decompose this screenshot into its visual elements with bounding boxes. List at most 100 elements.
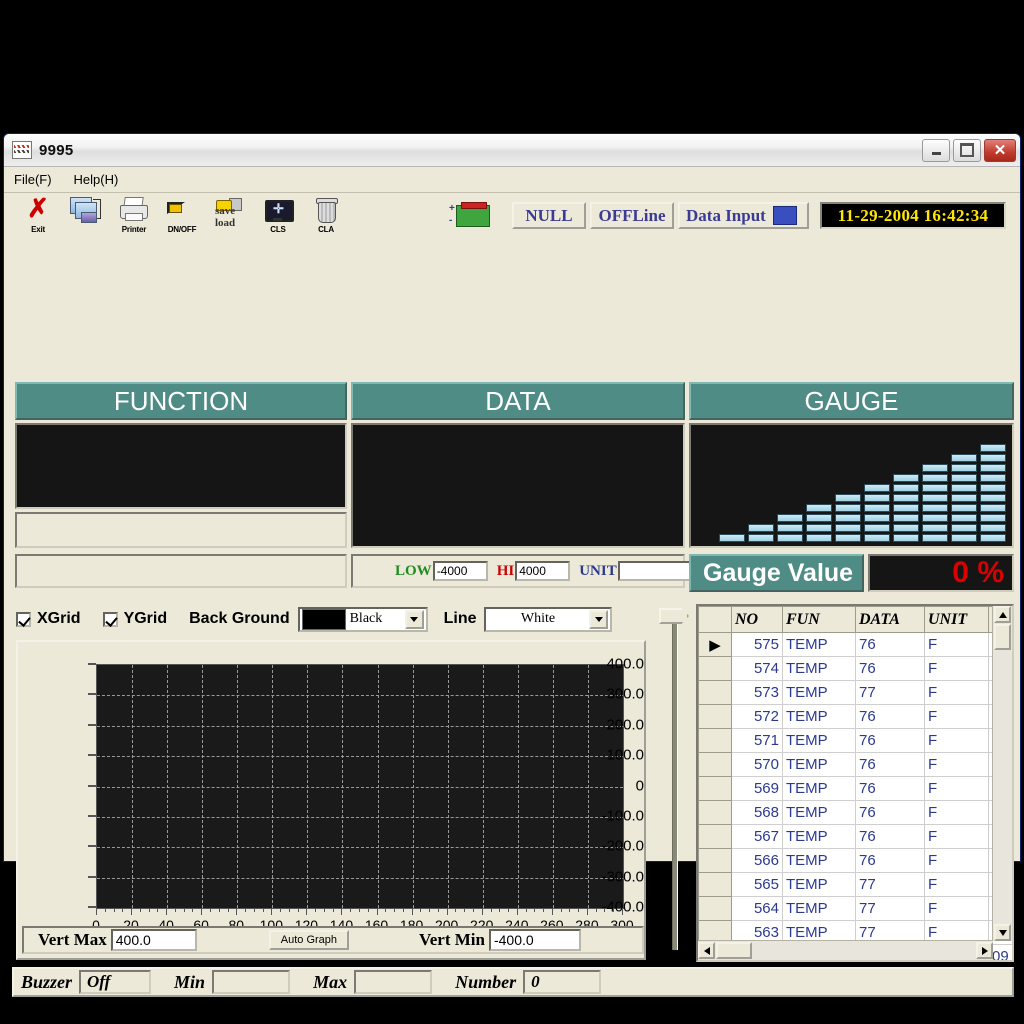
toolbar-connect-button[interactable] [62, 196, 110, 242]
function-subpanel [15, 512, 347, 548]
close-button[interactable]: ✕ [984, 138, 1016, 162]
scroll-up-button[interactable] [994, 606, 1011, 623]
chevron-down-icon[interactable] [589, 609, 609, 629]
device-green-icon[interactable]: + - [447, 199, 490, 227]
cell-fun: TEMP [782, 752, 856, 777]
table-row[interactable]: 572TEMP76F09 [698, 704, 1012, 729]
y-axis-tick [88, 814, 96, 817]
y-axis-tick-label: -100.0 [601, 807, 644, 825]
x-axis-tick [323, 908, 325, 912]
background-color-value: Black [349, 611, 383, 626]
table-row[interactable]: ▶575TEMP76F09 [698, 632, 1012, 657]
table-row[interactable]: 566TEMP76F09 [698, 848, 1012, 873]
x-axis-tick [113, 908, 115, 912]
toolbar-dnoff-button[interactable]: DN/OFF [158, 196, 206, 242]
table-header-data[interactable]: DATA [855, 606, 925, 633]
toolbar-cls-button[interactable]: ✛ CLS [254, 196, 302, 242]
cell-no: 567 [731, 824, 783, 849]
y-axis-tick [88, 784, 96, 787]
x-axis-tick [464, 908, 466, 912]
horizontal-scroll-thumb[interactable] [716, 942, 752, 959]
gauge-segment [951, 454, 977, 462]
cell-no: 575 [731, 632, 783, 657]
toolbar-exit-button[interactable]: ✗ Exit [14, 196, 62, 242]
background-label: Back Ground [189, 610, 290, 627]
y-axis-tick-label: 200.0 [606, 716, 644, 734]
menu-item-file[interactable]: File(F) [14, 172, 52, 187]
chart-panel: 400.0 300.0 200.0 100.0 0 -100.0 -200.0 -300.0 -… [16, 640, 646, 960]
data-table-panel[interactable]: NO FUN DATA UNIT TI ▶575TEMP76F09574TEMP… [696, 604, 1014, 962]
table-row[interactable]: 565TEMP77F09 [698, 872, 1012, 897]
table-row[interactable]: 569TEMP76F09 [698, 776, 1012, 801]
table-row[interactable]: 574TEMP76F09 [698, 656, 1012, 681]
status-null: NULL [512, 202, 586, 229]
gauge-segment [980, 504, 1006, 512]
toolbar-printer-button[interactable]: Printer [110, 196, 158, 242]
minimize-button[interactable] [922, 138, 950, 162]
cell-no: 568 [731, 800, 783, 825]
cell-fun: TEMP [782, 824, 856, 849]
x-axis-tick [96, 908, 97, 915]
x-axis-tick [288, 908, 290, 912]
scroll-left-button[interactable] [698, 942, 715, 959]
table-vertical-scrollbar[interactable] [992, 606, 1012, 941]
table-row[interactable]: 564TEMP77F09 [698, 896, 1012, 921]
toolbar-cla-label: CLA [318, 225, 334, 234]
toolbar-cla-button[interactable]: CLA [302, 196, 350, 242]
hi-input[interactable] [515, 561, 571, 581]
cell-no: 571 [731, 728, 783, 753]
x-axis-tick [420, 908, 422, 912]
grid-line-vertical [517, 665, 519, 908]
maximize-button[interactable] [953, 138, 981, 162]
vertical-scroll-thumb[interactable] [994, 624, 1011, 650]
scroll-down-button[interactable] [994, 924, 1011, 941]
vert-min-input[interactable] [488, 929, 581, 951]
gauge-segment [806, 524, 832, 532]
grid-line-vertical [307, 665, 309, 908]
x-axis-tick [166, 908, 168, 915]
slider-track[interactable] [672, 620, 678, 950]
chevron-down-icon[interactable] [404, 609, 424, 629]
x-axis-tick [560, 908, 562, 912]
table-header-unit[interactable]: UNIT [924, 606, 989, 633]
x-axis-tick [446, 908, 448, 915]
low-input[interactable] [432, 561, 488, 581]
auto-graph-button[interactable]: Auto Graph [268, 930, 350, 950]
min-label: Min [174, 971, 206, 992]
table-row[interactable]: 571TEMP76F09 [698, 728, 1012, 753]
gauge-segment [922, 494, 948, 502]
xgrid-checkbox[interactable] [16, 611, 31, 627]
scroll-right-button[interactable] [976, 942, 993, 959]
ygrid-checkbox[interactable] [102, 611, 118, 627]
table-horizontal-scrollbar[interactable] [698, 940, 993, 960]
x-axis-tick [245, 908, 247, 912]
row-selector-cell [698, 896, 732, 921]
vert-max-input[interactable] [110, 929, 197, 951]
grid-line-horizontal [97, 847, 623, 849]
table-header-fun[interactable]: FUN [782, 606, 856, 633]
table-row[interactable]: 570TEMP76F09 [698, 752, 1012, 777]
table-row[interactable]: 567TEMP76F09 [698, 824, 1012, 849]
gauge-column [835, 494, 861, 542]
graph-scroll-slider[interactable] [655, 606, 693, 958]
gauge-panel-header: GAUGE [689, 382, 1014, 420]
background-color-select[interactable]: Black [297, 606, 428, 632]
table-header-no[interactable]: NO [731, 606, 783, 633]
toolbar-exit-label: Exit [31, 225, 45, 234]
gauge-segment [864, 494, 890, 502]
table-row[interactable]: 568TEMP76F09 [698, 800, 1012, 825]
cell-no: 573 [731, 680, 783, 705]
chart-plot-area[interactable] [96, 664, 624, 909]
gauge-segment [951, 524, 977, 532]
menu-item-help[interactable]: Help(H) [74, 172, 119, 187]
table-row[interactable]: 573TEMP77F09 [698, 680, 1012, 705]
cell-unit: F [924, 848, 989, 873]
toolbar-cls-label: CLS [270, 225, 286, 234]
gauge-segment [893, 534, 919, 542]
line-color-select[interactable]: White [484, 606, 613, 632]
toolbar-saveload-button[interactable]: save load [206, 196, 254, 242]
slider-thumb[interactable] [659, 608, 689, 624]
number-label: Number [455, 971, 517, 992]
cell-unit: F [924, 752, 989, 777]
y-axis-tick-label: 400.0 [606, 655, 644, 673]
